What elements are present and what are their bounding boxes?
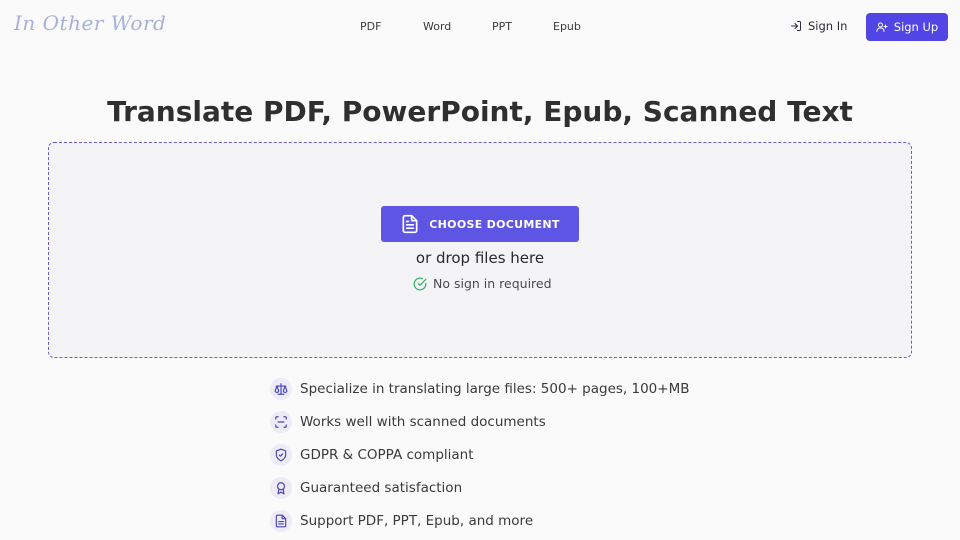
- nav-word[interactable]: Word: [423, 20, 451, 33]
- sign-in-icon: [791, 21, 801, 31]
- page-title: Translate PDF, PowerPoint, Epub, Scanned…: [107, 95, 853, 128]
- feature-text: Support PDF, PPT, Epub, and more: [300, 513, 534, 529]
- nav-epub[interactable]: Epub: [553, 20, 581, 33]
- no-sign-in-text: No sign in required: [433, 276, 552, 291]
- nav-ppt[interactable]: PPT: [492, 20, 512, 33]
- feature-item: Works well with scanned documents: [270, 410, 546, 434]
- feature-item: Specialize in translating large files: 5…: [270, 377, 690, 401]
- scan-icon: [270, 411, 292, 433]
- feature-text: Works well with scanned documents: [300, 414, 546, 430]
- feature-item: Support PDF, PPT, Epub, and more: [270, 509, 533, 533]
- sign-in-button[interactable]: Sign In: [790, 19, 847, 33]
- feature-text: Specialize in translating large files: 5…: [300, 381, 690, 397]
- header: In Other Word PDF Word PPT Epub Sign In …: [0, 0, 960, 54]
- feature-text: Guaranteed satisfaction: [300, 480, 463, 496]
- sign-up-label: Sign Up: [893, 20, 939, 34]
- choose-document-label: CHOOSE DOCUMENT: [429, 217, 560, 231]
- file-text-icon: [402, 214, 418, 234]
- feature-item: GDPR & COPPA compliant: [270, 443, 474, 467]
- user-plus-icon: [876, 22, 888, 32]
- feature-item: Guaranteed satisfaction: [270, 476, 462, 500]
- feature-text: GDPR & COPPA compliant: [300, 447, 474, 463]
- shield-check-icon: [270, 444, 292, 466]
- award-icon: [270, 477, 292, 499]
- scale-icon: [270, 378, 292, 400]
- choose-document-button[interactable]: CHOOSE DOCUMENT: [381, 206, 579, 242]
- check-circle-icon: [413, 277, 427, 290]
- sign-up-button[interactable]: Sign Up: [866, 13, 948, 41]
- no-sign-in-note: No sign in required: [413, 276, 552, 291]
- file-text-icon: [270, 510, 292, 532]
- drop-files-text: or drop files here: [415, 249, 545, 267]
- sign-in-label: Sign In: [808, 19, 848, 33]
- nav-pdf[interactable]: PDF: [360, 20, 381, 33]
